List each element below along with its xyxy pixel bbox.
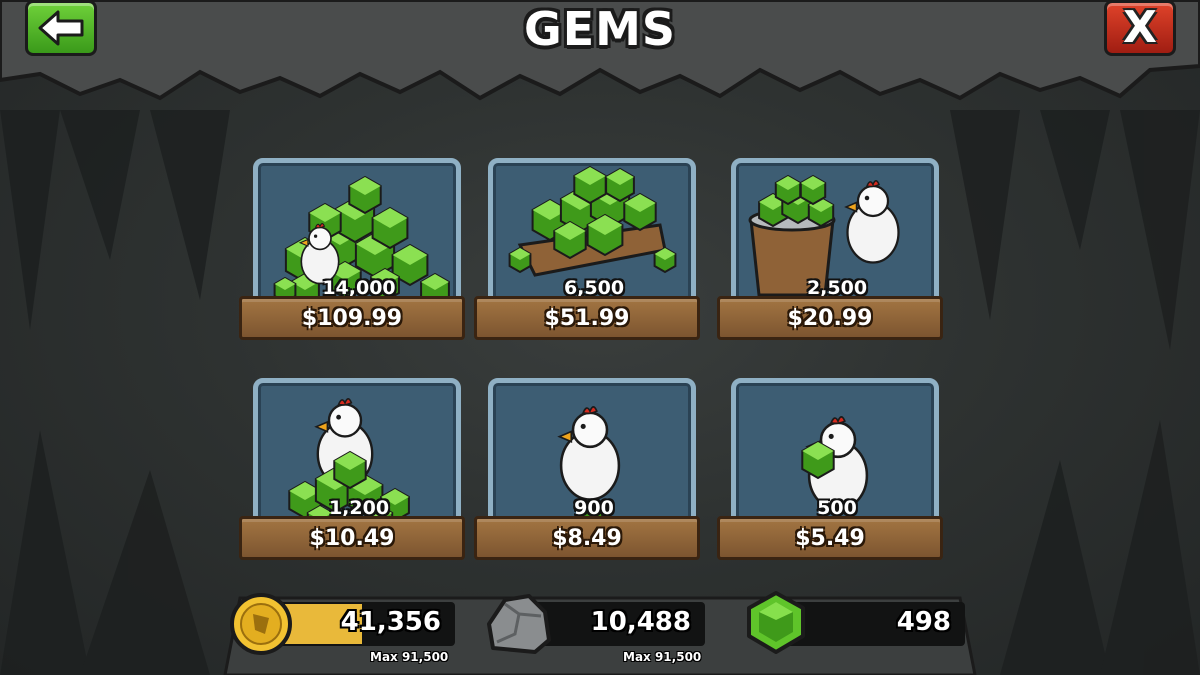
coins-value: 41,356 [340,607,441,637]
gems-value: 498 [896,607,951,637]
back-button[interactable] [25,0,97,56]
buy-price-button[interactable]: $10.49 [239,516,465,560]
page-title: GEMS [523,2,677,56]
gem-pack-card[interactable]: 2,500 $20.99 [717,150,951,350]
close-button[interactable]: X [1104,0,1176,56]
buy-price-button[interactable]: $51.99 [474,296,700,340]
coins-max: Max 91,500 [370,650,449,664]
price-label: $8.49 [552,525,622,551]
stone-icon [487,594,551,654]
price-label: $10.49 [309,525,395,551]
stone-max: Max 91,500 [623,650,702,664]
buy-price-button[interactable]: $20.99 [717,296,943,340]
gem-pack-card[interactable]: 500 $5.49 [717,370,951,570]
resource-bar: 41,356 Max 91,500 10,488 Max 91,500 498 [215,588,985,675]
price-label: $51.99 [544,305,630,331]
buy-price-button[interactable]: $109.99 [239,296,465,340]
close-icon: X [1123,2,1157,53]
gem-pack-card[interactable]: 900 $8.49 [474,370,708,570]
arrow-left-icon [38,10,84,46]
top-bar: GEMS X [0,0,1200,108]
buy-price-button[interactable]: $8.49 [474,516,700,560]
gem-icon [747,591,805,654]
gem-pack-card[interactable]: 6,500 $51.99 [474,150,708,350]
price-label: $109.99 [301,305,403,331]
price-label: $5.49 [795,525,865,551]
gem-pack-card[interactable]: 14,000 $109.99 [239,150,473,350]
gem-pack-card[interactable]: 1,200 $10.49 [239,370,473,570]
coin-icon [230,593,292,655]
price-label: $20.99 [787,305,873,331]
buy-price-button[interactable]: $5.49 [717,516,943,560]
stone-value: 10,488 [590,607,691,637]
